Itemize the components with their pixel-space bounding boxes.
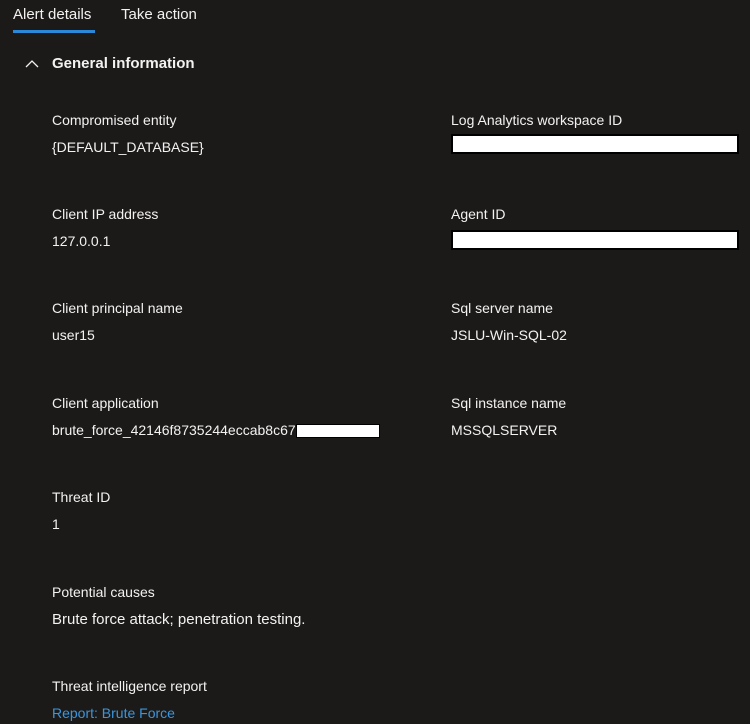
field-value: MSSQLSERVER [451,422,558,438]
field-sql-instance: Sql instance name MSSQLSERVER [451,395,750,438]
general-information-toggle[interactable]: General information [24,55,195,72]
field-threat-intel-report: Threat intelligence report Report: Brute… [52,678,352,721]
field-threat-id: Threat ID 1 [52,489,352,532]
field-compromised-entity: Compromised entity {DEFAULT_DATABASE} [52,112,352,155]
field-value: brute_force_42146f8735244eccab8c67 [52,422,296,438]
field-workspace-id: Log Analytics workspace ID [451,112,750,154]
field-potential-causes: Potential causes Brute force attack; pen… [52,584,452,628]
field-label: Sql server name [451,300,553,316]
chevron-up-icon [25,59,39,67]
field-label: Client IP address [52,206,159,222]
field-label: Log Analytics workspace ID [451,112,623,128]
field-sql-server: Sql server name JSLU-Win-SQL-02 [451,300,750,343]
field-label: Compromised entity [52,112,177,128]
field-client-application: Client application brute_force_42146f873… [52,395,412,439]
field-label: Threat intelligence report [52,678,207,694]
field-label: Threat ID [52,489,111,505]
redacted-block [451,134,739,154]
field-label: Agent ID [451,206,506,222]
field-value: user15 [52,327,95,343]
tab-alert-details[interactable]: Alert details [13,6,91,23]
field-agent-id: Agent ID [451,206,750,250]
field-label: Sql instance name [451,395,567,411]
field-label: Client application [52,395,159,411]
active-tab-indicator [13,30,95,33]
redacted-block [295,424,380,439]
field-label: Potential causes [52,584,155,600]
field-value: 127.0.0.1 [52,233,111,249]
field-label: Client principal name [52,300,183,316]
tab-take-action[interactable]: Take action [121,6,197,23]
report-link[interactable]: Report: Brute Force [52,705,175,721]
field-value: JSLU-Win-SQL-02 [451,327,567,343]
field-value: Brute force attack; penetration testing. [52,611,306,628]
field-value: 1 [52,516,60,532]
field-value: {DEFAULT_DATABASE} [52,139,204,155]
field-client-ip: Client IP address 127.0.0.1 [52,206,352,249]
field-client-principal: Client principal name user15 [52,300,352,343]
section-title: General information [52,55,195,72]
redacted-block [451,230,739,250]
